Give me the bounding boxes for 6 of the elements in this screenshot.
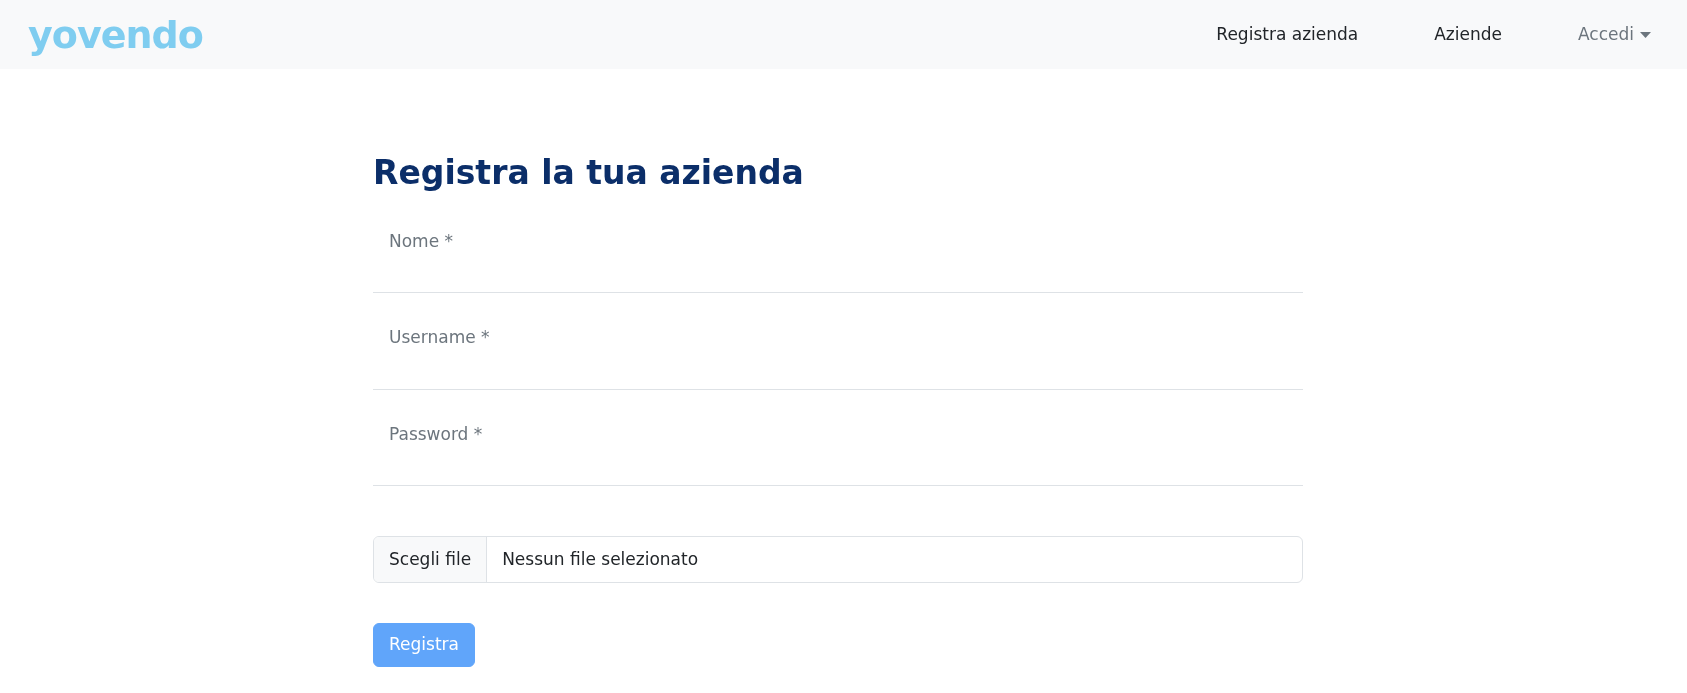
file-input[interactable]: Scegli file Nessun file selezionato — [373, 536, 1303, 584]
caret-icon — [1640, 31, 1651, 38]
nav-link[interactable]: Aziende — [1434, 21, 1502, 48]
page-title: Registra la tua azienda — [373, 153, 805, 193]
dropdown-toggle[interactable]: Accedi — [1578, 21, 1651, 48]
nav-link[interactable]: Registra azienda — [1216, 21, 1359, 48]
